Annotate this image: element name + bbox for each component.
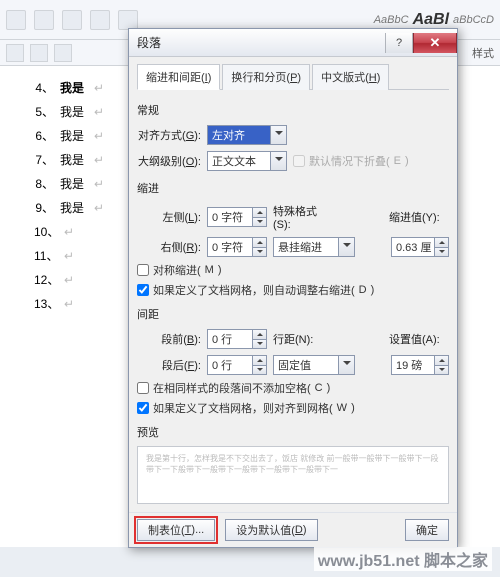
section-spacing: 间距 — [137, 306, 449, 322]
space-after-label: 段后(F): — [137, 357, 201, 373]
tabs: 缩进和间距(I) 换行和分页(P) 中文版式(H) — [137, 63, 449, 90]
style-sample: aBbCcD — [453, 14, 494, 26]
list-text: 我是 — [60, 196, 84, 220]
ok-button[interactable]: 确定 — [405, 519, 449, 541]
tab-line-page-breaks[interactable]: 换行和分页(P) — [222, 64, 310, 90]
set-value-label: 设置值(A): — [389, 331, 449, 347]
set-default-button[interactable]: 设为默认值(D) — [225, 519, 317, 541]
space-before-label: 段前(B): — [137, 331, 201, 347]
style-sample: AaBbC — [374, 14, 409, 26]
list-number: 9、 — [34, 196, 54, 220]
indent-value-label: 缩进值(Y): — [389, 209, 449, 225]
list-number: 8、 — [34, 172, 54, 196]
indent-value-spinner[interactable]: 0.63 厘 — [391, 237, 449, 257]
styles-label: 样式 — [472, 45, 494, 61]
preview-pane: 我是第十行，怎样我是不下交出去了，饭店 就修改 前一般带一般带下一般带下一段带下… — [137, 446, 449, 504]
outline-level-select[interactable]: 正文文本 — [207, 151, 287, 171]
chevron-down-icon[interactable] — [270, 126, 286, 144]
list-text: 我是 — [60, 76, 84, 100]
list-number: 6、 — [34, 124, 54, 148]
line-spacing-select[interactable]: 固定值 — [273, 355, 355, 375]
titlebar[interactable]: 段落 ? ✕ — [129, 29, 457, 57]
alignment-label: 对齐方式(G): — [137, 127, 201, 143]
paragraph-dialog: 段落 ? ✕ 缩进和间距(I) 换行和分页(P) 中文版式(H) 常规 对齐方式… — [128, 28, 458, 548]
ribbon-btn[interactable] — [118, 10, 138, 30]
close-button[interactable]: ✕ — [413, 33, 457, 53]
left-indent-label: 左侧(L): — [137, 209, 201, 225]
chevron-down-icon[interactable] — [270, 152, 286, 170]
space-before-spinner[interactable]: 0 行 — [207, 329, 267, 349]
list-text: 我是 — [60, 148, 84, 172]
dialog-title: 段落 — [137, 34, 161, 51]
chevron-down-icon[interactable] — [338, 356, 354, 374]
mirror-indent-checkbox[interactable]: 对称缩进(M) — [137, 262, 449, 278]
list-number: 7、 — [34, 148, 54, 172]
list-number: 4、 — [34, 76, 54, 100]
auto-right-indent-checkbox[interactable]: 如果定义了文档网格，则自动调整右缩进(D) — [137, 282, 449, 298]
watermark-url: www.jb51.net 脚本之家 — [314, 547, 492, 571]
list-number: 13、 — [34, 292, 54, 316]
help-button[interactable]: ? — [385, 33, 413, 53]
snap-to-grid-checkbox[interactable]: 如果定义了文档网格，则对齐到网格(W) — [137, 400, 449, 416]
section-general: 常规 — [137, 102, 449, 118]
special-format-label: 特殊格式(S): — [273, 203, 333, 231]
tabs-button[interactable]: 制表位(T)... — [137, 519, 215, 541]
ribbon-btn[interactable] — [54, 44, 72, 62]
no-space-same-style-checkbox[interactable]: 在相同样式的段落间不添加空格(C) — [137, 380, 449, 396]
list-text: 我是 — [60, 100, 84, 124]
set-value-spinner[interactable]: 19 磅 — [391, 355, 449, 375]
right-indent-spinner[interactable]: 0 字符 — [207, 237, 267, 257]
tab-indent-spacing[interactable]: 缩进和间距(I) — [137, 64, 220, 90]
style-gallery[interactable]: AaBbC AaBl aBbCcD — [374, 11, 494, 29]
style-sample: AaBl — [413, 11, 449, 29]
section-indent: 缩进 — [137, 180, 449, 196]
ribbon-btn[interactable] — [90, 10, 110, 30]
list-number: 5、 — [34, 100, 54, 124]
ribbon-btn[interactable] — [6, 44, 24, 62]
right-indent-label: 右侧(R): — [137, 239, 201, 255]
left-indent-spinner[interactable]: 0 字符 — [207, 207, 267, 227]
special-format-select[interactable]: 悬挂缩进 — [273, 237, 355, 257]
list-text: 我是 — [60, 124, 84, 148]
line-spacing-label: 行距(N): — [273, 331, 333, 347]
button-row: 制表位(T)... 设为默认值(D) 确定 — [129, 512, 457, 547]
list-number: 10、 — [34, 220, 54, 244]
ribbon-btn[interactable] — [6, 10, 26, 30]
ribbon-btn[interactable] — [62, 10, 82, 30]
list-text: 我是 — [60, 172, 84, 196]
collapse-checkbox[interactable]: 默认情况下折叠(E) — [293, 153, 409, 169]
chevron-down-icon[interactable] — [338, 238, 354, 256]
alignment-select[interactable]: 左对齐 — [207, 125, 287, 145]
outline-level-label: 大纲级别(O): — [137, 153, 201, 169]
space-after-spinner[interactable]: 0 行 — [207, 355, 267, 375]
tab-asian-typography[interactable]: 中文版式(H) — [312, 64, 389, 90]
list-number: 12、 — [34, 268, 54, 292]
list-number: 11、 — [34, 244, 54, 268]
section-preview: 预览 — [137, 424, 449, 440]
ribbon-btn[interactable] — [34, 10, 54, 30]
ribbon-btn[interactable] — [30, 44, 48, 62]
